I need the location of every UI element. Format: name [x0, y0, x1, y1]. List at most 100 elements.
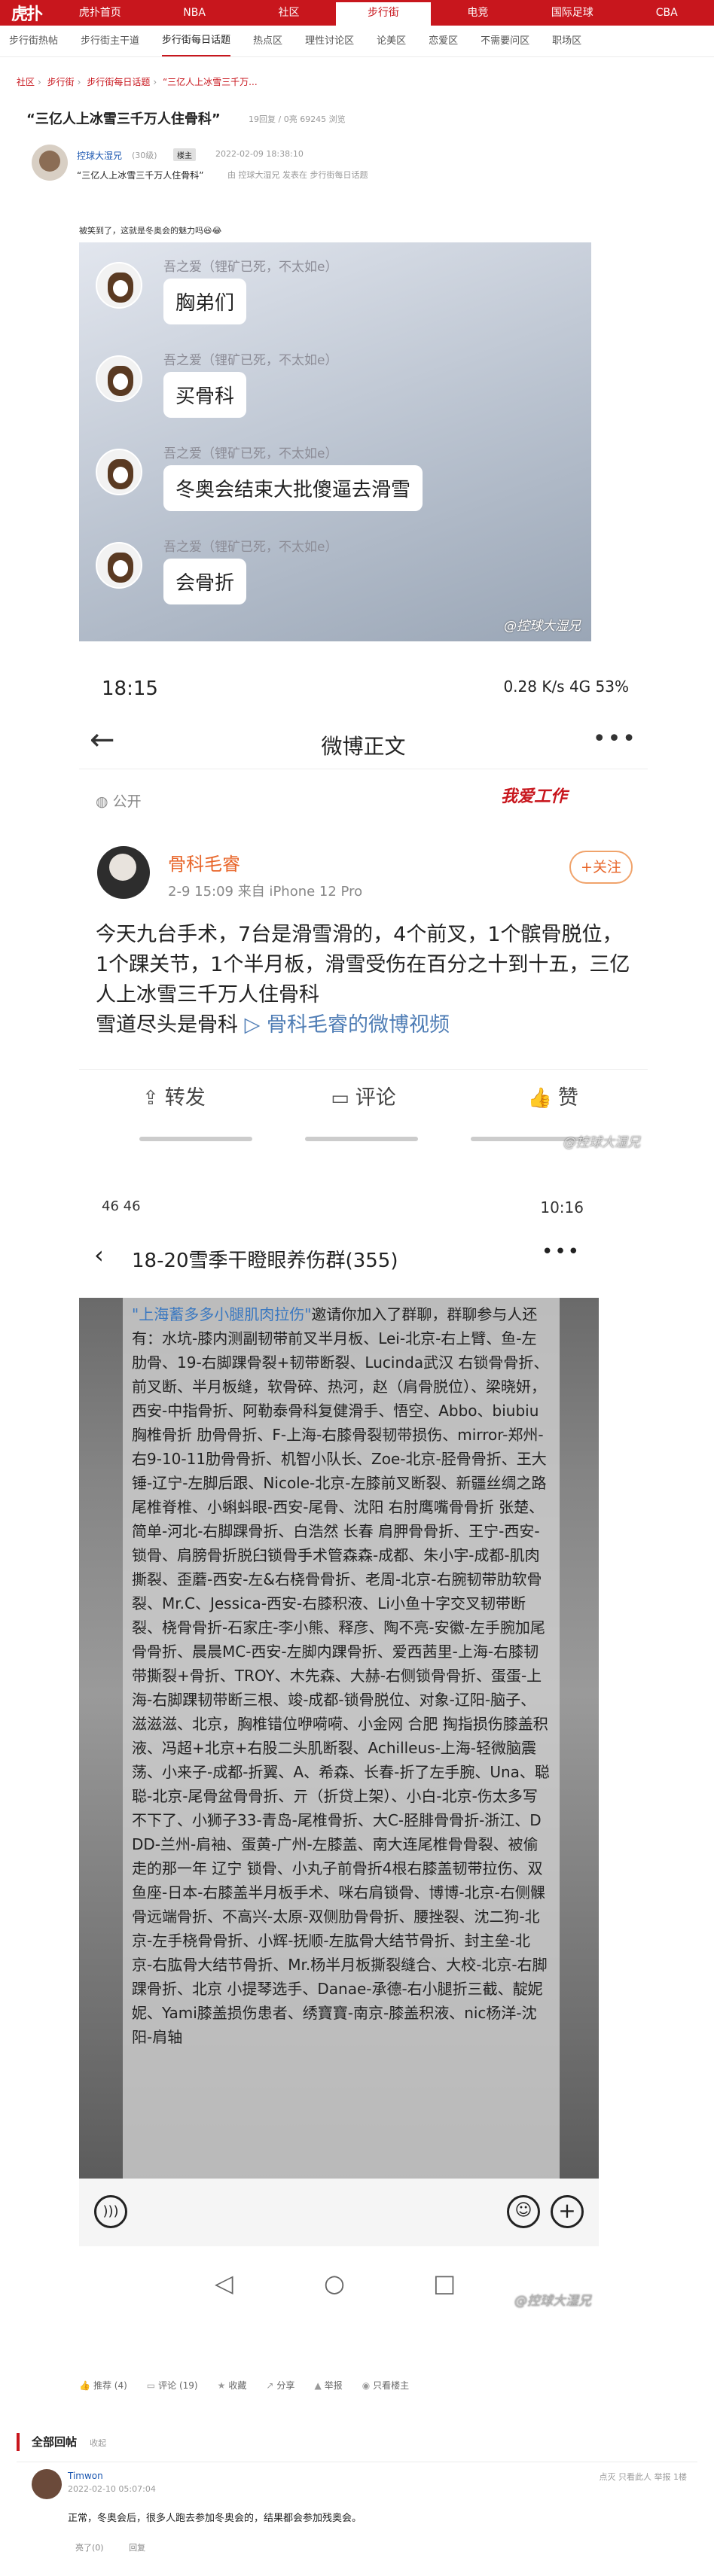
chat-screenshot-image: 吾之爱（锂矿已死，不太如e） 胸弟们 吾之爱（锂矿已死，不太如e） 买骨科 吾之…	[79, 242, 591, 641]
avatar[interactable]	[32, 2469, 62, 2499]
replies-header: 全部回帖 收起	[17, 2433, 697, 2451]
weibo-body-text: 今天九台手术，7台是滑雪滑的，4个前叉，1个髌骨脱位，1个踝关节，1个半月板，滑…	[96, 923, 630, 1006]
reply-text: 正常，冬奥会后，很多人跑去参加冬奥会的，结果都会参加残奥会。	[68, 2513, 362, 2524]
comment-button[interactable]: ▭ 评论 (19)	[147, 2379, 198, 2392]
top-nav-item[interactable]: 虎扑首页	[53, 0, 147, 26]
chat-background: "上海蓄多多小腿肌肉拉伤"邀请你加入了群聊，群聊参与人还有：水坑-膝内测副韧带前…	[79, 1298, 599, 2179]
chat-sender: 吾之爱（锂矿已死，不太如e）	[163, 353, 338, 368]
warning-icon: ▲	[314, 2380, 322, 2391]
avatar[interactable]	[97, 846, 150, 899]
star-icon: ★	[217, 2380, 226, 2391]
reply-time: 2022-02-10 05:07:04	[68, 2484, 156, 2494]
signal-icon: 46 46	[102, 1198, 141, 1214]
weibo-actions: ⇪ 转发 ▭ 评论 👍 赞	[79, 1069, 648, 1126]
like-button[interactable]: 👍 赞	[458, 1070, 648, 1126]
voice-icon[interactable]: )))	[94, 2195, 127, 2228]
status-time: 18:15	[102, 677, 158, 700]
thumb-up-icon: 👍	[527, 1087, 552, 1110]
back-arrow-icon[interactable]: ‹	[94, 1241, 104, 1269]
chat-bubble: 胸弟们	[163, 279, 247, 324]
collapse-toggle[interactable]: 收起	[90, 2438, 106, 2448]
weibo-header: ← 微博正文 •••	[79, 717, 648, 769]
comment-icon: ▭	[331, 1087, 349, 1110]
more-icon[interactable]: •••	[593, 726, 637, 752]
sub-nav-item[interactable]: 恋爱区	[429, 26, 458, 57]
sub-nav-item[interactable]: 理性讨论区	[305, 26, 354, 57]
sub-nav-item[interactable]: 论美区	[377, 26, 406, 57]
op-badge: 楼主	[173, 148, 196, 161]
post-title: “三亿人上冰雪三千万人住骨科”	[26, 111, 221, 127]
chat-message: 吾之爱（锂矿已死，不太如e） 买骨科	[96, 349, 578, 425]
group-header: ‹ 18-20雪季干瞪眼养伤群(355) •••	[79, 1230, 599, 1283]
sub-nav-item-active[interactable]: 步行街每日话题	[162, 26, 231, 56]
video-link[interactable]: ▷ 骨科毛睿的微博视频	[245, 1013, 450, 1037]
top-nav-item[interactable]: CBA	[620, 0, 714, 26]
watermark: @控球大湿兄	[563, 1135, 640, 1150]
author-name[interactable]: 控球大湿兄	[77, 149, 122, 162]
light-button[interactable]: 亮了(0)	[75, 2543, 104, 2553]
top-nav-item[interactable]: 国际足球	[525, 0, 619, 26]
weibo-header-title: 微博正文	[321, 734, 406, 759]
breadcrumb-separator: ›	[38, 77, 41, 87]
recommend-button[interactable]: 👍 推荐 (4)	[79, 2379, 127, 2392]
gesture-bar	[79, 1137, 648, 1143]
reply-footer: 亮了(0) 回复	[75, 2541, 168, 2553]
post-body-text: 被笑到了，这就是冬奥会的魅力吗😆😂	[79, 226, 222, 236]
follow-button[interactable]: +关注	[569, 851, 633, 884]
reply-button[interactable]: 回复	[129, 2543, 145, 2553]
nav-home-icon[interactable]: ○	[324, 2269, 345, 2297]
author-level: (30级)	[132, 151, 157, 160]
favorite-button[interactable]: ★ 收藏	[218, 2379, 247, 2392]
chat-message: 吾之爱（锂矿已死，不太如e） 胸弟们	[96, 256, 578, 331]
comment-button[interactable]: ▭ 评论	[269, 1070, 459, 1126]
chat-input-bar: ))) ☺ +	[79, 2179, 599, 2246]
eye-icon: ◉	[362, 2380, 371, 2391]
more-icon[interactable]: •••	[542, 1241, 581, 1263]
post-source: 由 控球大湿兄 发表在 步行街每日话题	[227, 170, 368, 180]
chat-sender: 吾之爱（锂矿已死，不太如e）	[163, 446, 338, 461]
share-button[interactable]: ↗ 分享	[266, 2379, 294, 2392]
top-nav-item[interactable]: 社区	[242, 0, 336, 26]
only-op-button[interactable]: ◉ 只看楼主	[362, 2379, 410, 2392]
reply-ops[interactable]: 点灭 只看此人 举报 1楼	[600, 2471, 688, 2483]
plus-icon[interactable]: +	[551, 2195, 584, 2228]
sub-nav-item[interactable]: 热点区	[253, 26, 282, 57]
dog-avatar	[96, 542, 142, 589]
breadcrumb-separator: ›	[153, 77, 157, 87]
sub-nav-item[interactable]: 步行街主干道	[81, 26, 139, 57]
breadcrumb-item[interactable]: 社区	[17, 77, 35, 87]
chat-sender: 吾之爱（锂矿已死，不太如e）	[163, 260, 338, 275]
sub-nav-item[interactable]: 职场区	[552, 26, 581, 57]
weibo-meta: 2-9 15:09 来自 iPhone 12 Pro	[168, 884, 363, 900]
nav-recent-icon[interactable]: □	[433, 2269, 456, 2297]
sub-nav-item[interactable]: 步行街热帖	[9, 26, 58, 57]
reply-item: Timwon 2022-02-10 05:07:04 点灭 只看此人 举报 1楼…	[32, 2469, 694, 2559]
replies-title: 全部回帖	[32, 2435, 78, 2449]
sub-nav: 步行街热帖 步行街主干道 步行街每日话题 热点区 理性讨论区 论美区 恋爱区 不…	[0, 26, 714, 57]
share-icon: ↗	[266, 2380, 274, 2391]
hupu-logo[interactable]: 虎扑	[0, 0, 53, 26]
watermark: @控球大湿兄	[504, 619, 581, 634]
breadcrumb-item[interactable]: 步行街每日话题	[87, 77, 150, 87]
dog-avatar	[96, 262, 142, 309]
post-subtitle: “三亿人上冰雪三千万人住骨科”	[77, 170, 204, 181]
emoji-icon[interactable]: ☺	[507, 2195, 540, 2228]
chat-sender: 吾之爱（锂矿已死，不太如e）	[163, 540, 338, 555]
top-nav-item[interactable]: NBA	[147, 0, 241, 26]
top-nav-item-active[interactable]: 步行街	[336, 0, 431, 26]
weibo-user-name[interactable]: 骨科毛睿	[168, 849, 240, 875]
report-button[interactable]: ▲ 举报	[314, 2379, 342, 2392]
post-meta: 19回复 / 0亮 69245 浏览	[249, 114, 346, 124]
weibo-body: 今天九台手术，7台是滑雪滑的，4个前叉，1个髌骨脱位，1个踝关节，1个半月板，滑…	[96, 920, 634, 1040]
top-nav-item[interactable]: 电竞	[431, 0, 525, 26]
repost-button[interactable]: ⇪ 转发	[79, 1070, 269, 1126]
status-time: 10:16	[540, 1198, 584, 1216]
reply-author[interactable]: Timwon	[68, 2471, 103, 2481]
post-actions: 👍 推荐 (4) ▭ 评论 (19) ★ 收藏 ↗ 分享 ▲ 举报 ◉ 只看楼主	[79, 2379, 531, 2392]
sub-nav-item[interactable]: 不需要问区	[481, 26, 529, 57]
nav-back-icon[interactable]: ◁	[215, 2269, 233, 2297]
avatar[interactable]	[32, 145, 68, 181]
post-time: 2022-02-09 18:38:10	[215, 149, 304, 159]
status-bar: 46 46 10:16	[102, 1198, 584, 1216]
breadcrumb-item[interactable]: 步行街	[47, 77, 75, 87]
